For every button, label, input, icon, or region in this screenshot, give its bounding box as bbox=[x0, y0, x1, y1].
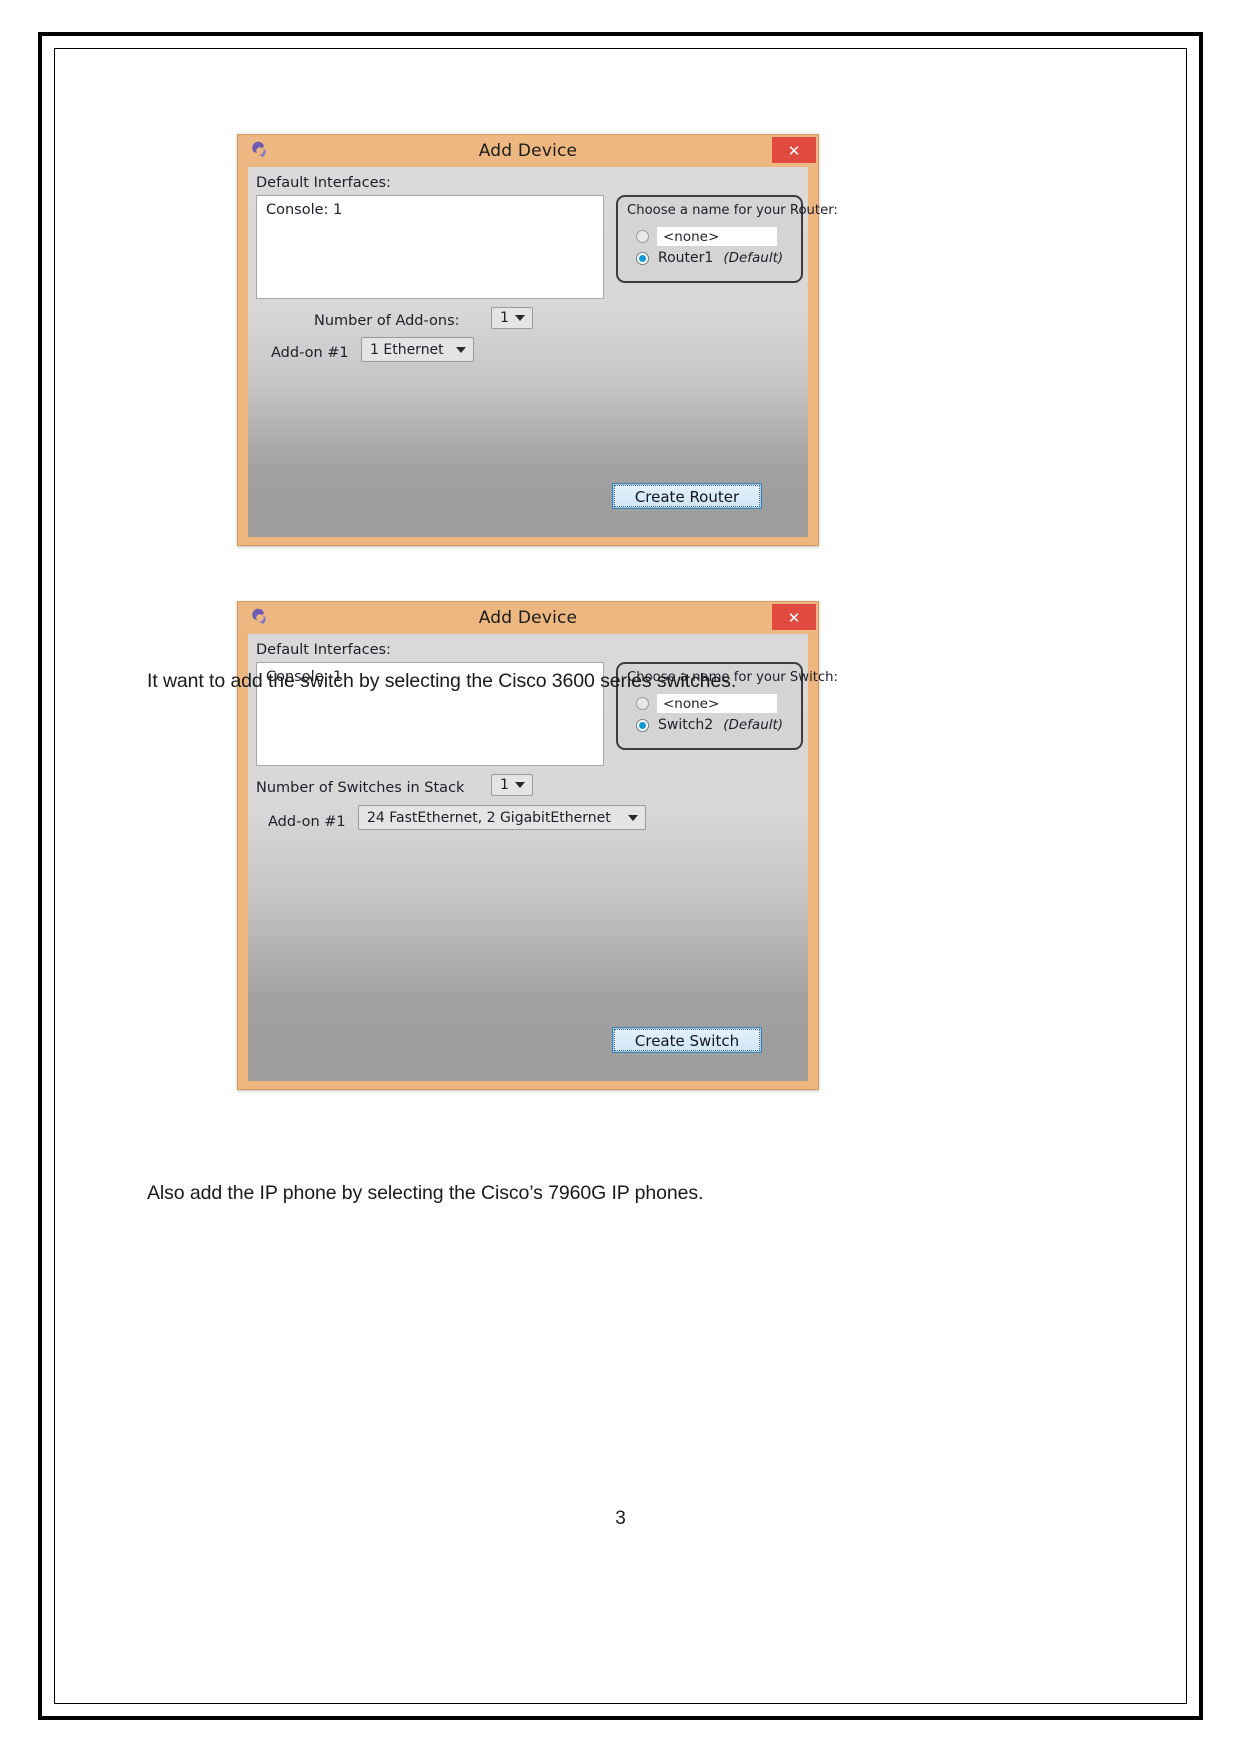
router-name-group-title: Choose a name for your Router: bbox=[627, 203, 838, 218]
router-default-name: Router1 bbox=[658, 250, 714, 266]
router-custom-name-input[interactable] bbox=[657, 227, 777, 246]
packet-tracer-logo-icon bbox=[250, 608, 270, 628]
addon-count-dropdown[interactable]: 1 bbox=[491, 307, 533, 329]
radio-default-icon[interactable] bbox=[636, 251, 649, 265]
addon-count-value: 1 bbox=[500, 310, 509, 326]
addon-row-label: Add-on #1 bbox=[271, 345, 349, 361]
page-content: Add Device ✕ Default Interfaces: Console… bbox=[62, 58, 1179, 1694]
router-name-option-default[interactable]: Router1 (Default) bbox=[636, 250, 783, 266]
create-router-label: Create Router bbox=[634, 488, 740, 506]
switch-stack-count-value: 1 bbox=[500, 777, 509, 793]
chevron-down-icon bbox=[515, 315, 525, 321]
radio-none-icon[interactable] bbox=[636, 230, 649, 243]
switch-default-tag: (Default) bbox=[723, 717, 784, 733]
router-name-groupbox: Choose a name for your Router: Router1 (… bbox=[616, 195, 838, 283]
chevron-down-icon bbox=[628, 814, 638, 821]
chevron-down-icon bbox=[456, 346, 466, 353]
paragraph-ipphone-instruction: Also add the IP phone by selecting the C… bbox=[147, 1182, 704, 1204]
radio-default-icon[interactable] bbox=[636, 718, 649, 732]
router-name-option-none[interactable] bbox=[636, 227, 777, 246]
default-interfaces-list[interactable]: Console: 1 bbox=[256, 195, 604, 299]
default-interfaces-label: Default Interfaces: bbox=[256, 642, 391, 658]
switch-default-name: Switch2 bbox=[658, 717, 714, 733]
chevron-down-icon bbox=[515, 782, 525, 788]
switch-dialog-titlebar: Add Device ✕ bbox=[238, 602, 818, 634]
default-interfaces-label: Default Interfaces: bbox=[256, 175, 391, 191]
create-switch-label: Create Switch bbox=[634, 1032, 740, 1050]
switch-stack-count-dropdown[interactable]: 1 bbox=[491, 774, 533, 796]
switch-stack-count-label: Number of Switches in Stack bbox=[256, 780, 465, 796]
addon-type-dropdown[interactable]: 24 FastEthernet, 2 GigabitEthernet bbox=[358, 805, 646, 830]
paragraph-switch-instruction: It want to add the switch by selecting t… bbox=[147, 670, 737, 692]
router-dialog-body: Default Interfaces: Console: 1 Choose a … bbox=[248, 167, 838, 537]
switch-name-option-none[interactable] bbox=[636, 694, 777, 713]
addon-type-value: 24 FastEthernet, 2 GigabitEthernet bbox=[367, 809, 611, 826]
radio-none-icon[interactable] bbox=[636, 697, 649, 710]
router-dialog-title: Add Device bbox=[478, 141, 578, 161]
router-default-tag: (Default) bbox=[723, 250, 784, 266]
router-dialog-titlebar: Add Device ✕ bbox=[238, 135, 818, 167]
list-item: Console: 1 bbox=[266, 202, 343, 218]
switch-dialog-title: Add Device bbox=[478, 608, 578, 628]
addon-row-label: Add-on #1 bbox=[268, 814, 346, 830]
close-icon[interactable]: ✕ bbox=[772, 137, 816, 163]
create-router-button[interactable]: Create Router bbox=[612, 483, 762, 509]
switch-dialog-body: Default Interfaces: Console: 1 Choose a … bbox=[248, 634, 838, 1081]
switch-custom-name-input[interactable] bbox=[657, 694, 777, 713]
close-icon[interactable]: ✕ bbox=[772, 604, 816, 630]
addon-type-dropdown[interactable]: 1 Ethernet bbox=[361, 337, 474, 362]
page-number: 3 bbox=[615, 1508, 626, 1529]
addon-count-label: Number of Add-ons: bbox=[314, 313, 460, 329]
packet-tracer-logo-icon bbox=[250, 141, 270, 161]
addon-type-value: 1 Ethernet bbox=[370, 341, 444, 358]
add-device-router-dialog: Add Device ✕ Default Interfaces: Console… bbox=[237, 134, 838, 546]
switch-name-option-default[interactable]: Switch2 (Default) bbox=[636, 717, 783, 733]
create-switch-button[interactable]: Create Switch bbox=[612, 1027, 762, 1053]
